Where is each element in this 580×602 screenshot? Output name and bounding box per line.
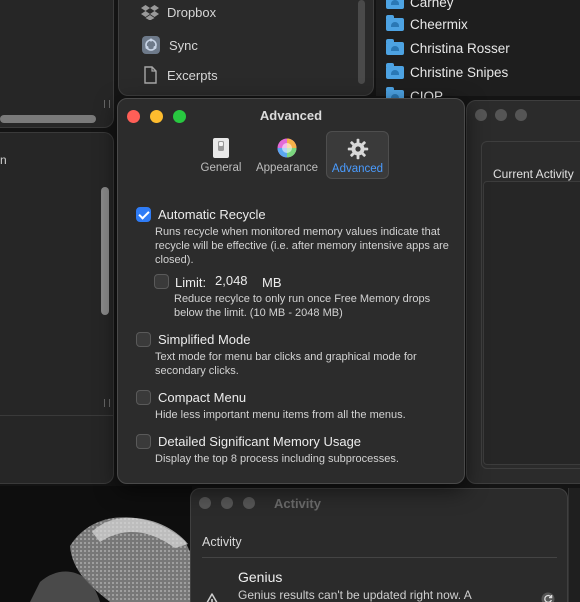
vertical-scrollbar[interactable] [358, 0, 365, 84]
simplified-mode-checkbox[interactable] [136, 332, 151, 347]
color-wheel-icon [277, 138, 297, 158]
automatic-recycle-label: Automatic Recycle [158, 207, 266, 222]
tab-label: Appearance [255, 162, 319, 174]
section-heading: Activity [202, 535, 242, 549]
truncated-label: n [0, 153, 7, 167]
list-item[interactable]: Christina Rosser [386, 39, 510, 56]
simplified-mode-label: Simplified Mode [158, 332, 251, 347]
minimize-button[interactable] [221, 497, 233, 509]
activity-item-title: Genius [238, 569, 283, 585]
tab-appearance[interactable]: Appearance [252, 131, 322, 179]
list-item-label: Christina Rosser [410, 41, 510, 56]
advanced-preferences-dialog: Advanced General Appearance Advanced Aut… [117, 98, 465, 484]
warning-icon [206, 593, 218, 602]
background-window-left-top [0, 0, 114, 128]
window-title: Activity [274, 496, 321, 511]
compact-menu-description: Hide less important menu items from all … [155, 409, 406, 421]
sidebar-item-sync[interactable]: Sync [141, 35, 198, 55]
activity-content-area [483, 181, 580, 465]
sync-icon [142, 36, 160, 54]
folder-icon [386, 63, 404, 79]
folder-icon [386, 0, 404, 9]
sidebar-item-excerpts[interactable]: Excerpts [141, 66, 218, 84]
list-item-label: Carney [410, 0, 454, 10]
sidebar-item-label: Sync [169, 37, 198, 53]
background-window-left: n [0, 132, 114, 484]
folder-icon [386, 39, 404, 55]
compact-menu-checkbox[interactable] [136, 390, 151, 405]
automatic-recycle-description: Runs recycle when monitored memory value… [155, 226, 449, 266]
current-activity-title: Current Activity [493, 167, 574, 181]
background-window-activity: Activity Activity Genius Genius results … [190, 488, 568, 602]
divider [0, 415, 113, 416]
limit-description: Reduce recylce to only run once Free Mem… [174, 293, 431, 319]
compact-menu-label: Compact Menu [158, 390, 247, 405]
photo-thumbnail [0, 486, 192, 602]
background-photo [0, 486, 192, 602]
folder-icon [386, 15, 404, 31]
close-button[interactable] [199, 497, 211, 509]
refresh-icon[interactable] [541, 592, 555, 602]
horizontal-scrollbar[interactable] [0, 115, 96, 123]
sidebar-item-label: Excerpts [167, 67, 218, 83]
gear-icon [347, 138, 368, 160]
tab-label: General [200, 162, 242, 174]
tab-label: Advanced [331, 163, 384, 175]
background-window-current-activity: Current Activity [466, 100, 580, 484]
list-item[interactable]: Christine Snipes [386, 63, 509, 80]
detailed-memory-description: Display the top 8 process including subp… [155, 453, 399, 465]
list-item[interactable]: Carney [386, 0, 454, 10]
list-item[interactable]: Cheermix [386, 15, 468, 32]
zoom-button[interactable] [515, 109, 527, 121]
resize-grip[interactable] [104, 100, 110, 108]
document-icon [144, 66, 157, 84]
divider [202, 557, 557, 558]
limit-unit-label: MB [262, 275, 282, 290]
background-contacts-list: Carney Cheermix Christina Rosser Christi… [376, 0, 580, 104]
title-bar[interactable]: Advanced [118, 99, 464, 129]
background-window-edge [568, 488, 580, 602]
vertical-scrollbar[interactable] [101, 187, 109, 315]
sidebar-item-label: Dropbox [167, 4, 217, 20]
list-item-label: Cheermix [410, 17, 468, 32]
minimize-button[interactable] [495, 109, 507, 121]
switch-icon [213, 138, 229, 158]
zoom-button[interactable] [243, 497, 255, 509]
limit-value-field[interactable]: 2,048 [210, 273, 260, 291]
window-title: Advanced [259, 108, 323, 123]
detailed-memory-label: Detailed Significant Memory Usage [158, 434, 362, 449]
activity-item-description: Genius results can't be updated right no… [238, 588, 472, 602]
dropbox-icon [141, 5, 159, 20]
simplified-mode-description: Text mode for menu bar clicks and graphi… [155, 351, 417, 377]
automatic-recycle-checkbox[interactable] [136, 207, 151, 222]
list-item-label: Christine Snipes [410, 65, 509, 80]
close-button[interactable] [475, 109, 487, 121]
limit-checkbox[interactable] [154, 274, 169, 289]
tab-advanced[interactable]: Advanced [326, 131, 389, 179]
tab-general[interactable]: General [198, 131, 244, 179]
resize-grip[interactable] [104, 399, 110, 407]
detailed-memory-checkbox[interactable] [136, 434, 151, 449]
limit-label: Limit: [175, 275, 207, 290]
sidebar-item-dropbox[interactable]: Dropbox [141, 4, 216, 20]
background-finder-sidebar: Dropbox Sync Excerpts [118, 0, 374, 96]
